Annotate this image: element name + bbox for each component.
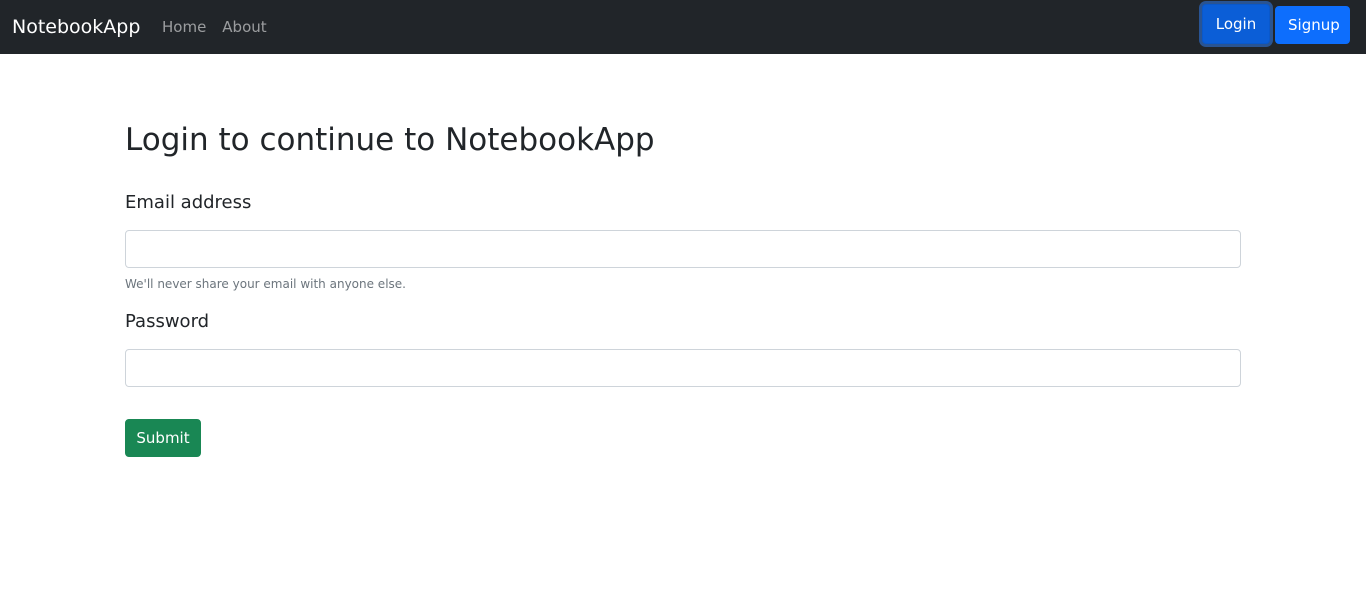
- signup-button[interactable]: Signup: [1275, 6, 1350, 44]
- login-button[interactable]: Login: [1202, 4, 1270, 44]
- nav-actions: Login Signup: [1202, 4, 1350, 44]
- password-label: Password: [125, 311, 210, 332]
- email-label: Email address: [125, 192, 252, 213]
- navbar: NotebookApp Home About Login Signup: [0, 0, 1366, 54]
- nav-links: Home About: [162, 16, 267, 38]
- navbar-brand[interactable]: NotebookApp: [12, 14, 140, 40]
- nav-link-about[interactable]: About: [222, 16, 266, 38]
- email-help-text: We'll never share your email with anyone…: [125, 277, 406, 291]
- submit-button[interactable]: Submit: [125, 419, 201, 457]
- nav-link-home[interactable]: Home: [162, 16, 206, 38]
- password-field[interactable]: [125, 349, 1241, 387]
- email-field[interactable]: [125, 230, 1241, 268]
- page-title: Login to continue to NotebookApp: [125, 122, 655, 158]
